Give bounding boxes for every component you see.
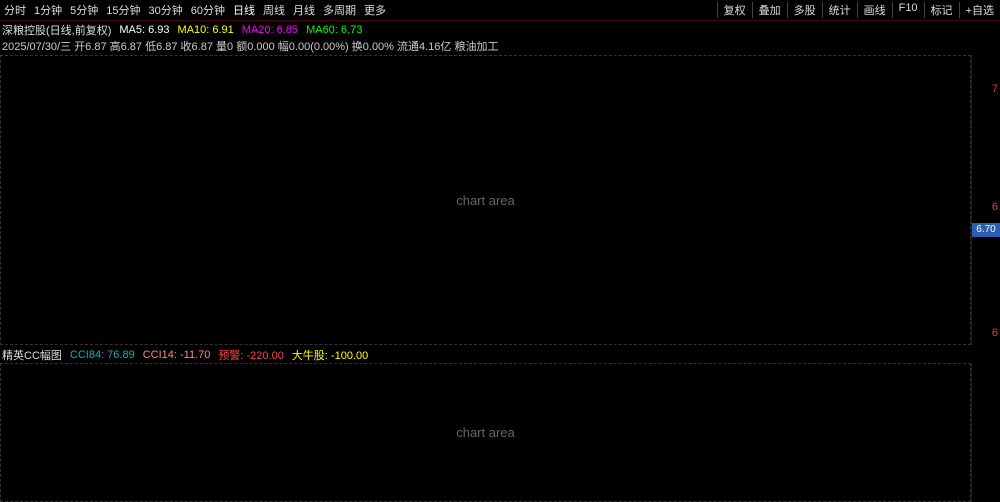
toolbar-button[interactable]: 多股 [786,2,822,18]
last-price-tag: 6.70 [972,223,1000,237]
interval-tab[interactable]: 多周期 [323,2,356,18]
indicator-chart-area[interactable]: chart area [0,363,972,502]
axis-label-top: 7 [991,83,998,95]
interval-tab[interactable]: 日线 [233,2,255,18]
axis-label-low: 6 [991,327,998,339]
toolbar-button[interactable]: +自选 [958,2,1000,18]
axis-label-mid: 6 [991,201,998,213]
interval-tab[interactable]: 月线 [293,2,315,18]
interval-tab[interactable]: 1分钟 [34,2,62,18]
interval-tab[interactable]: 更多 [364,2,386,18]
toolbar-button[interactable]: 统计 [821,2,857,18]
indicator-chart-placeholder: chart area [0,363,971,502]
ma20-label: MA20: 6.85 [241,24,299,36]
bull-label: 大牛股: -100.00 [291,350,369,362]
interval-tab[interactable]: 60分钟 [191,2,225,18]
interval-tab[interactable]: 5分钟 [70,2,98,18]
indicator-title: 精英CC幅图 [2,350,62,362]
toolbar-button[interactable]: 复权 [716,2,752,18]
interval-tab[interactable]: 30分钟 [149,2,183,18]
toolbar-button[interactable]: 画线 [856,2,892,18]
ma-info-row: 深粮控股(日线,前复权) MA5: 6.93 MA10: 6.91 MA20: … [2,22,992,38]
ma5-label: MA5: 6.93 [119,24,170,36]
ma10-label: MA10: 6.91 [177,24,234,36]
interval-tabs: 分时 1分钟 5分钟 15分钟 30分钟 60分钟 日线 周线 月线 多周期 更多 [0,2,386,18]
quote-text: 2025/07/30/三 开6.87 高6.87 低6.87 收6.87 量0 … [2,41,499,53]
quote-info-row: 2025/07/30/三 开6.87 高6.87 低6.87 收6.87 量0 … [2,38,992,54]
cci84-label: CCI84: 76.89 [69,349,135,361]
price-axis: 7 6 6 [972,55,1000,502]
stock-chart-app: 分时 1分钟 5分钟 15分钟 30分钟 60分钟 日线 周线 月线 多周期 更多 复权 叠加 多股 统计… [0,0,1000,502]
interval-tab[interactable]: 周线 [263,2,285,18]
warn-label: 预警: -220.00 [218,350,284,362]
cci14-label: CCI14: -11.70 [142,349,211,361]
toolbar-button[interactable]: 标记 [923,2,959,18]
stock-title: 深粮控股(日线,前复权) [2,25,112,37]
ma60-label: MA60: 6.73 [306,24,363,36]
main-chart-placeholder: chart area [0,55,971,345]
main-chart-area[interactable]: chart area [0,55,972,345]
interval-tab[interactable]: 分时 [4,2,26,18]
toolbar-button[interactable]: F10 [891,2,924,18]
interval-tab[interactable]: 15分钟 [106,2,140,18]
indicator-header: 精英CC幅图 CCI84: 76.89 CCI14: -11.70 预警: -2… [2,347,702,363]
toolbar: 分时 1分钟 5分钟 15分钟 30分钟 60分钟 日线 周线 月线 多周期 更多 复权 叠加 多股 统计… [0,0,1000,21]
toolbar-button[interactable]: 叠加 [751,2,787,18]
toolbar-buttons: 复权 叠加 多股 统计 画线 F10 标记 +自选 [716,2,1000,18]
